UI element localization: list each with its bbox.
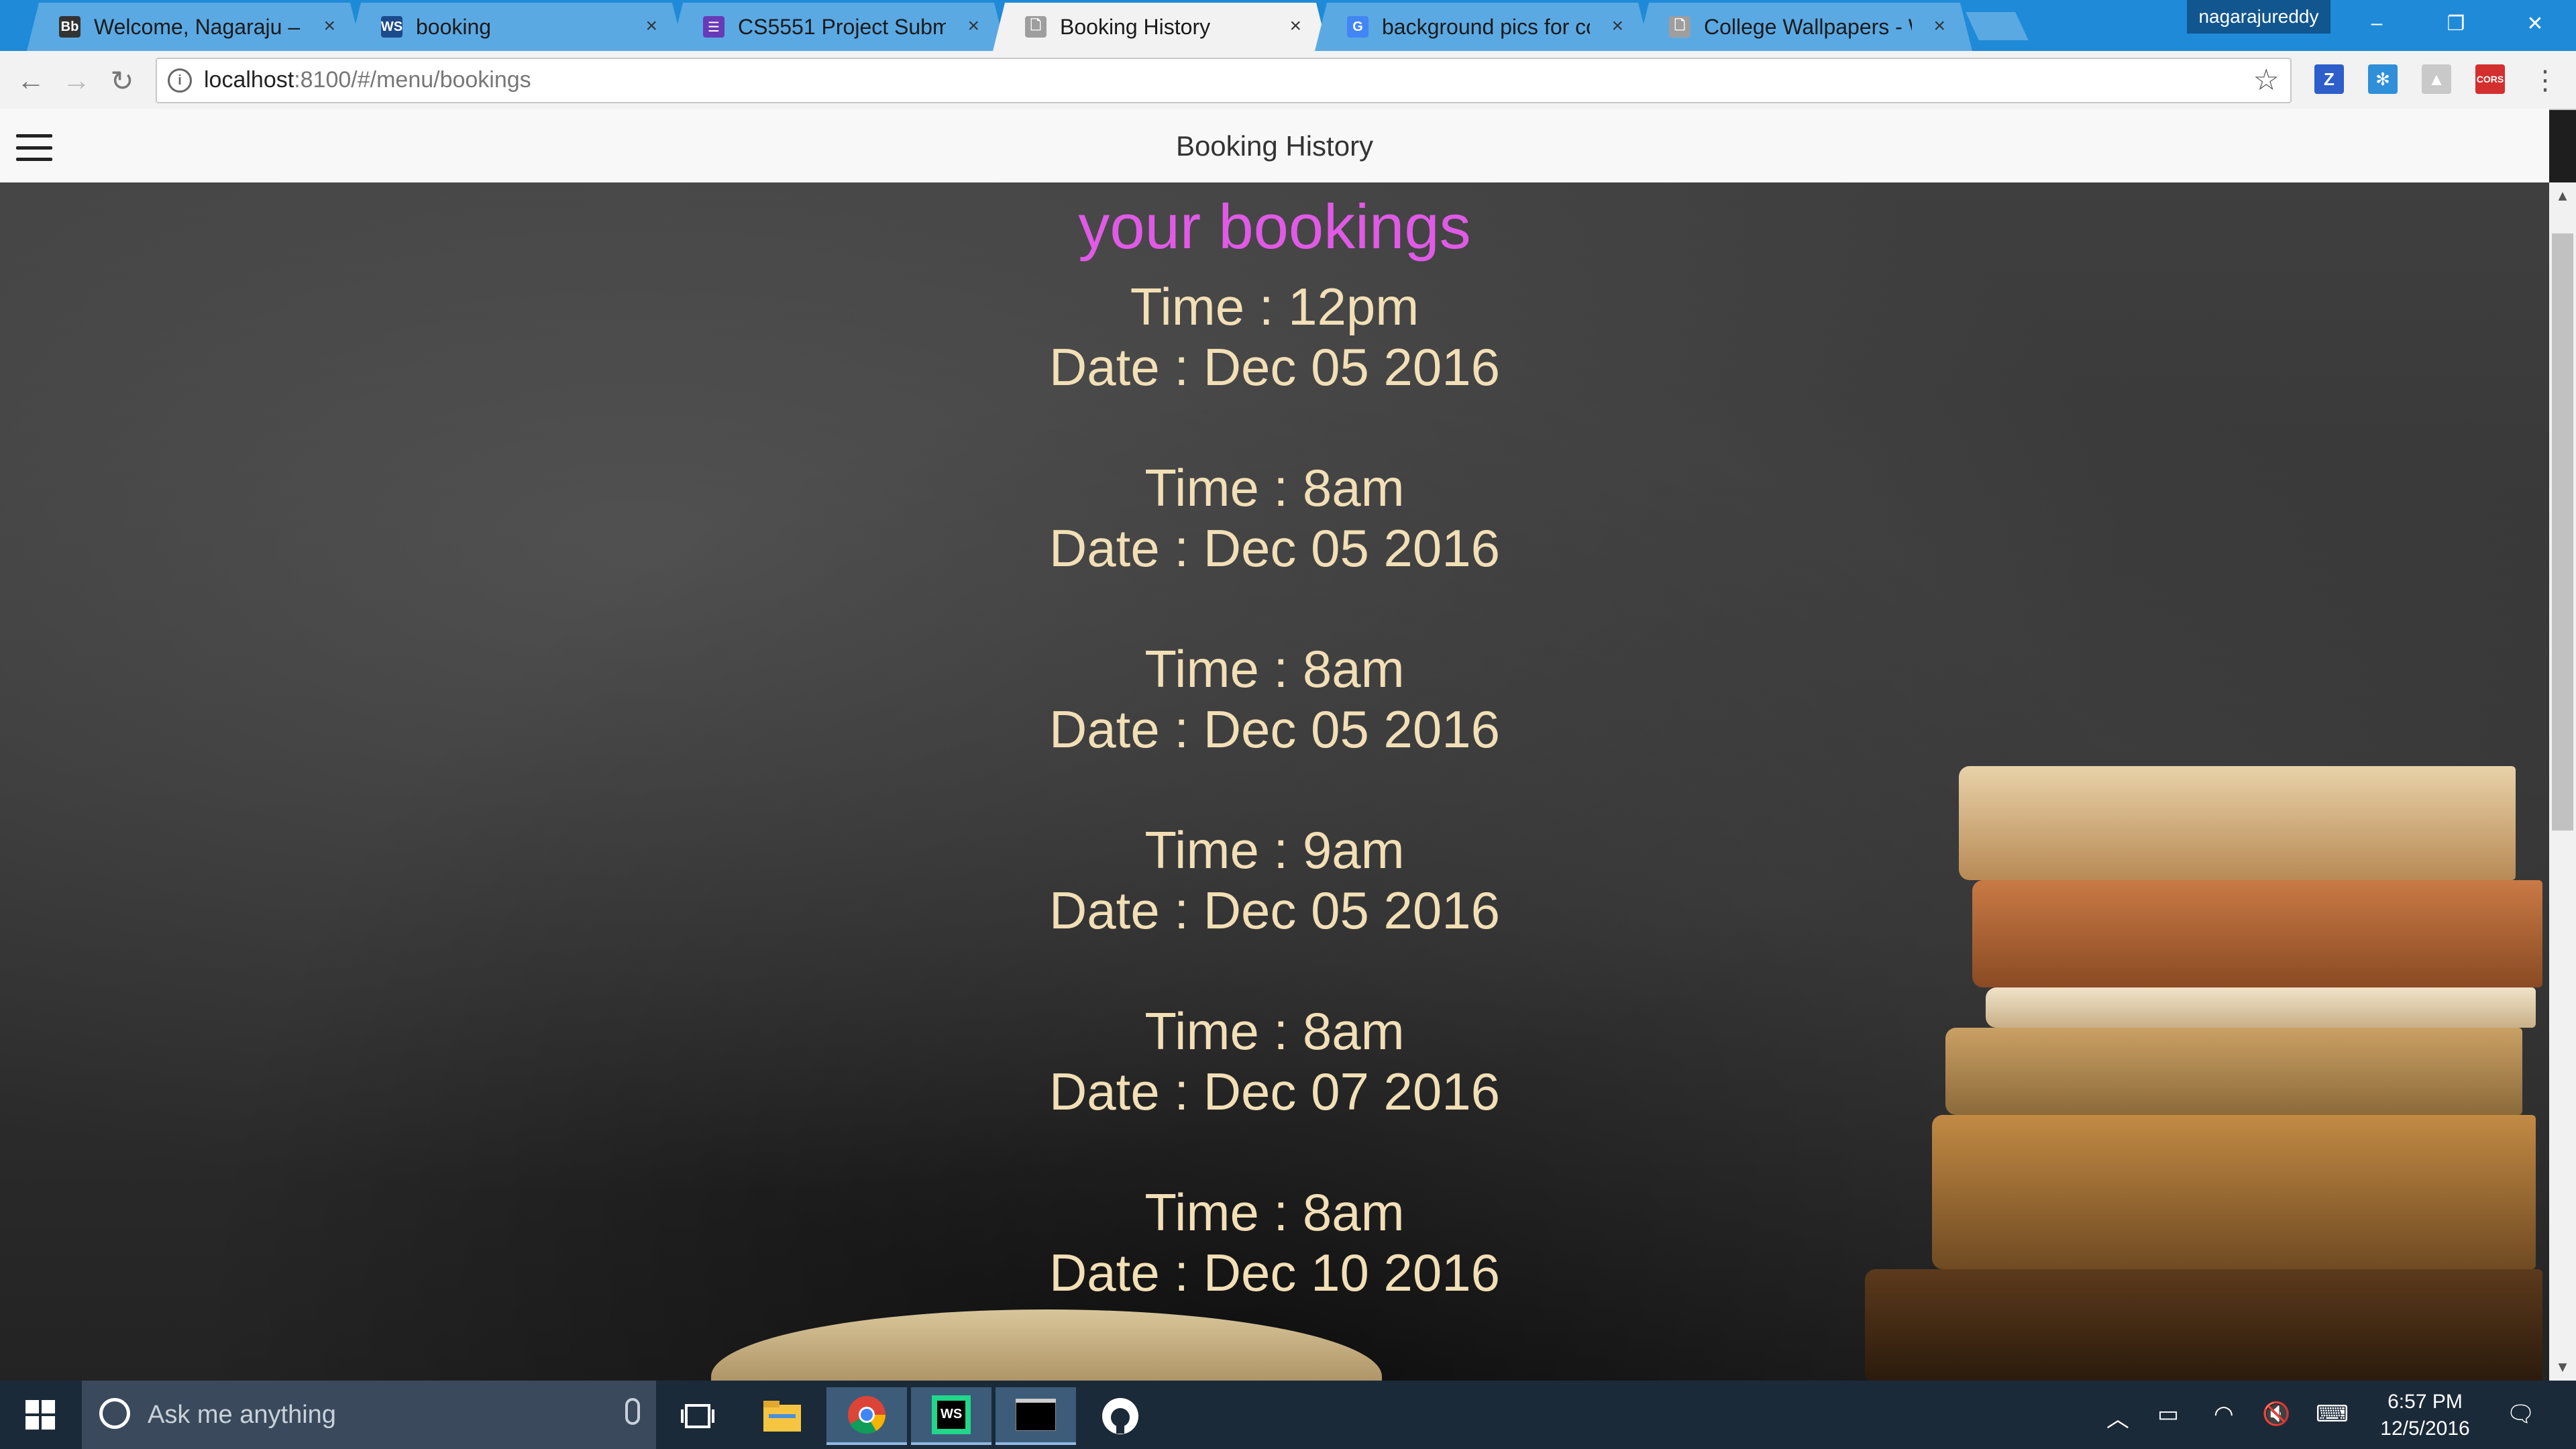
tab-close-icon[interactable]: × bbox=[645, 15, 657, 38]
browser-toolbar: ← → ↻ i localhost:8100/#/menu/bookings ☆… bbox=[0, 51, 2576, 110]
booking-time: Time : 8am bbox=[1144, 1002, 1405, 1061]
booking-item: Time : 8am Date : Dec 07 2016 bbox=[0, 1001, 2549, 1122]
profile-button[interactable]: nagarajureddy bbox=[2187, 0, 2330, 34]
scroll-down-arrow-icon[interactable]: ▼ bbox=[2549, 1354, 2576, 1381]
url-path: :8100/#/menu/bookings bbox=[294, 67, 531, 93]
action-center-icon[interactable]: 🗨 bbox=[2506, 1401, 2535, 1428]
drive-extension-icon[interactable]: ▲ bbox=[2422, 64, 2451, 94]
forward-arrow-icon[interactable]: → bbox=[58, 62, 95, 99]
tab-title: CS5551 Project Submissi bbox=[738, 15, 946, 39]
windows-taskbar: Ask me anything WS ︿ ▭ ◠ 🔇 ⌨ 6:57 PM 12/… bbox=[0, 1381, 2576, 1449]
restore-icon[interactable]: ❐ bbox=[2420, 0, 2491, 47]
wifi-icon[interactable]: ◠ bbox=[2214, 1401, 2234, 1428]
booking-item: Time : 8am Date : Dec 05 2016 bbox=[0, 639, 2549, 759]
url-text[interactable]: localhost:8100/#/menu/bookings bbox=[204, 67, 531, 93]
keyboard-icon[interactable]: ⌨ bbox=[2316, 1401, 2349, 1428]
tab-title: College Wallpapers - Wa bbox=[1704, 15, 1902, 39]
github-taskbar-icon[interactable] bbox=[1080, 1387, 1161, 1445]
tab-title: Welcome, Nagaraju – Bla bbox=[94, 15, 301, 39]
booking-time: Time : 8am bbox=[1144, 458, 1405, 517]
microphone-icon[interactable] bbox=[625, 1398, 640, 1425]
tab-favicon-icon: 🗋 bbox=[1025, 16, 1046, 38]
info-icon[interactable]: i bbox=[168, 68, 192, 93]
booking-date: Date : Dec 05 2016 bbox=[1049, 700, 1501, 759]
close-window-icon[interactable]: ✕ bbox=[2500, 0, 2571, 47]
page-title: Booking History bbox=[1175, 130, 1374, 162]
booking-item: Time : 8am Date : Dec 10 2016 bbox=[0, 1182, 2549, 1303]
zotero-extension-icon[interactable]: Z bbox=[2314, 64, 2344, 94]
tab-title: background pics for colle bbox=[1382, 15, 1587, 39]
tab-close-icon[interactable]: × bbox=[1289, 15, 1301, 38]
back-arrow-icon[interactable]: ← bbox=[12, 62, 50, 99]
chrome-taskbar-icon[interactable] bbox=[826, 1387, 907, 1445]
cors-extension-icon[interactable]: CORS bbox=[2475, 64, 2505, 94]
search-placeholder: Ask me anything bbox=[148, 1401, 336, 1429]
browser-tab[interactable]: ☰ CS5551 Project Submissi × bbox=[671, 3, 1006, 51]
windows-start-icon[interactable] bbox=[0, 1381, 80, 1449]
app-header: Booking History bbox=[0, 109, 2549, 184]
chrome-menu-icon[interactable]: ⋮ bbox=[2526, 62, 2564, 99]
scroll-up-arrow-icon[interactable]: ▲ bbox=[2549, 182, 2576, 209]
clock-time: 6:57 PM bbox=[2387, 1391, 2463, 1413]
tab-favicon-icon: Bb bbox=[59, 16, 80, 38]
bookmark-star-icon[interactable]: ☆ bbox=[2253, 63, 2279, 97]
booking-date: Date : Dec 07 2016 bbox=[1049, 1062, 1501, 1121]
tab-close-icon[interactable]: × bbox=[1933, 15, 1945, 38]
browser-tab[interactable]: 🗋 College Wallpapers - Wa × bbox=[1637, 3, 1972, 51]
file-explorer-icon[interactable] bbox=[742, 1387, 822, 1445]
page-scrollbar[interactable]: ▲ ▼ bbox=[2549, 182, 2576, 1381]
reload-icon[interactable]: ↻ bbox=[103, 62, 141, 99]
address-bar[interactable]: i localhost:8100/#/menu/bookings ☆ bbox=[156, 58, 2292, 103]
snowflake-extension-icon[interactable]: ✻ bbox=[2368, 64, 2398, 94]
booking-time: Time : 12pm bbox=[1130, 277, 1419, 336]
scrollbar-thumb[interactable] bbox=[2552, 233, 2573, 830]
cortana-icon bbox=[99, 1398, 130, 1429]
taskbar-clock[interactable]: 6:57 PM 12/5/2016 bbox=[2375, 1389, 2475, 1442]
booking-time: Time : 8am bbox=[1144, 639, 1405, 698]
tab-title: booking bbox=[416, 15, 492, 39]
task-view-icon[interactable] bbox=[657, 1387, 738, 1445]
booking-time: Time : 8am bbox=[1144, 1183, 1405, 1242]
minimize-icon[interactable]: – bbox=[2341, 0, 2412, 47]
booking-time: Time : 9am bbox=[1144, 820, 1405, 879]
browser-titlebar: Bb Welcome, Nagaraju – Bla × WS booking × ☰ CS5… bbox=[0, 0, 2576, 51]
browser-tab[interactable]: Bb Welcome, Nagaraju – Bla × bbox=[27, 3, 362, 51]
bookings-heading: your bookings bbox=[1078, 191, 1471, 262]
tab-favicon-icon: G bbox=[1347, 16, 1368, 38]
booking-date: Date : Dec 05 2016 bbox=[1049, 337, 1501, 396]
booking-item: Time : 12pm Date : Dec 05 2016 bbox=[0, 276, 2549, 397]
booking-date: Date : Dec 10 2016 bbox=[1049, 1243, 1501, 1302]
clock-date: 12/5/2016 bbox=[2380, 1417, 2470, 1440]
tab-favicon-icon: WS bbox=[381, 16, 402, 38]
volume-muted-icon[interactable]: 🔇 bbox=[2262, 1401, 2290, 1428]
terminal-taskbar-icon[interactable] bbox=[996, 1387, 1076, 1445]
tab-favicon-icon: 🗋 bbox=[1669, 16, 1690, 38]
booking-item: Time : 8am Date : Dec 05 2016 bbox=[0, 458, 2549, 578]
tab-close-icon[interactable]: × bbox=[1611, 15, 1623, 38]
tab-close-icon[interactable]: × bbox=[967, 15, 979, 38]
browser-tab[interactable]: Gbackground pics for colle × bbox=[1315, 3, 1650, 51]
booking-item: Time : 9am Date : Dec 05 2016 bbox=[0, 820, 2549, 941]
url-host: localhost bbox=[204, 67, 294, 93]
booking-date: Date : Dec 05 2016 bbox=[1049, 881, 1501, 940]
webstorm-taskbar-icon[interactable]: WS bbox=[911, 1387, 991, 1445]
tab-close-icon[interactable]: × bbox=[323, 15, 335, 38]
booking-date: Date : Dec 05 2016 bbox=[1049, 519, 1501, 578]
tab-title: Booking History bbox=[1060, 15, 1211, 39]
cortana-search-box[interactable]: Ask me anything bbox=[82, 1381, 656, 1449]
bookings-list: Time : 12pm Date : Dec 05 2016 Time : 8am D… bbox=[0, 276, 2549, 1363]
new-tab-button[interactable] bbox=[1966, 12, 2029, 40]
svg-text:WS: WS bbox=[941, 1407, 962, 1421]
bookings-content: your bookings Time : 12pm Date : Dec 05 2… bbox=[0, 182, 2549, 1381]
tab-favicon-icon: ☰ bbox=[703, 16, 724, 38]
browser-tab[interactable]: 🗋 Booking History × bbox=[993, 3, 1328, 51]
battery-icon[interactable]: ▭ bbox=[2157, 1401, 2179, 1428]
show-hidden-icons-icon[interactable]: ︿ bbox=[2106, 1401, 2129, 1434]
browser-tab[interactable]: WS booking × bbox=[349, 3, 684, 51]
